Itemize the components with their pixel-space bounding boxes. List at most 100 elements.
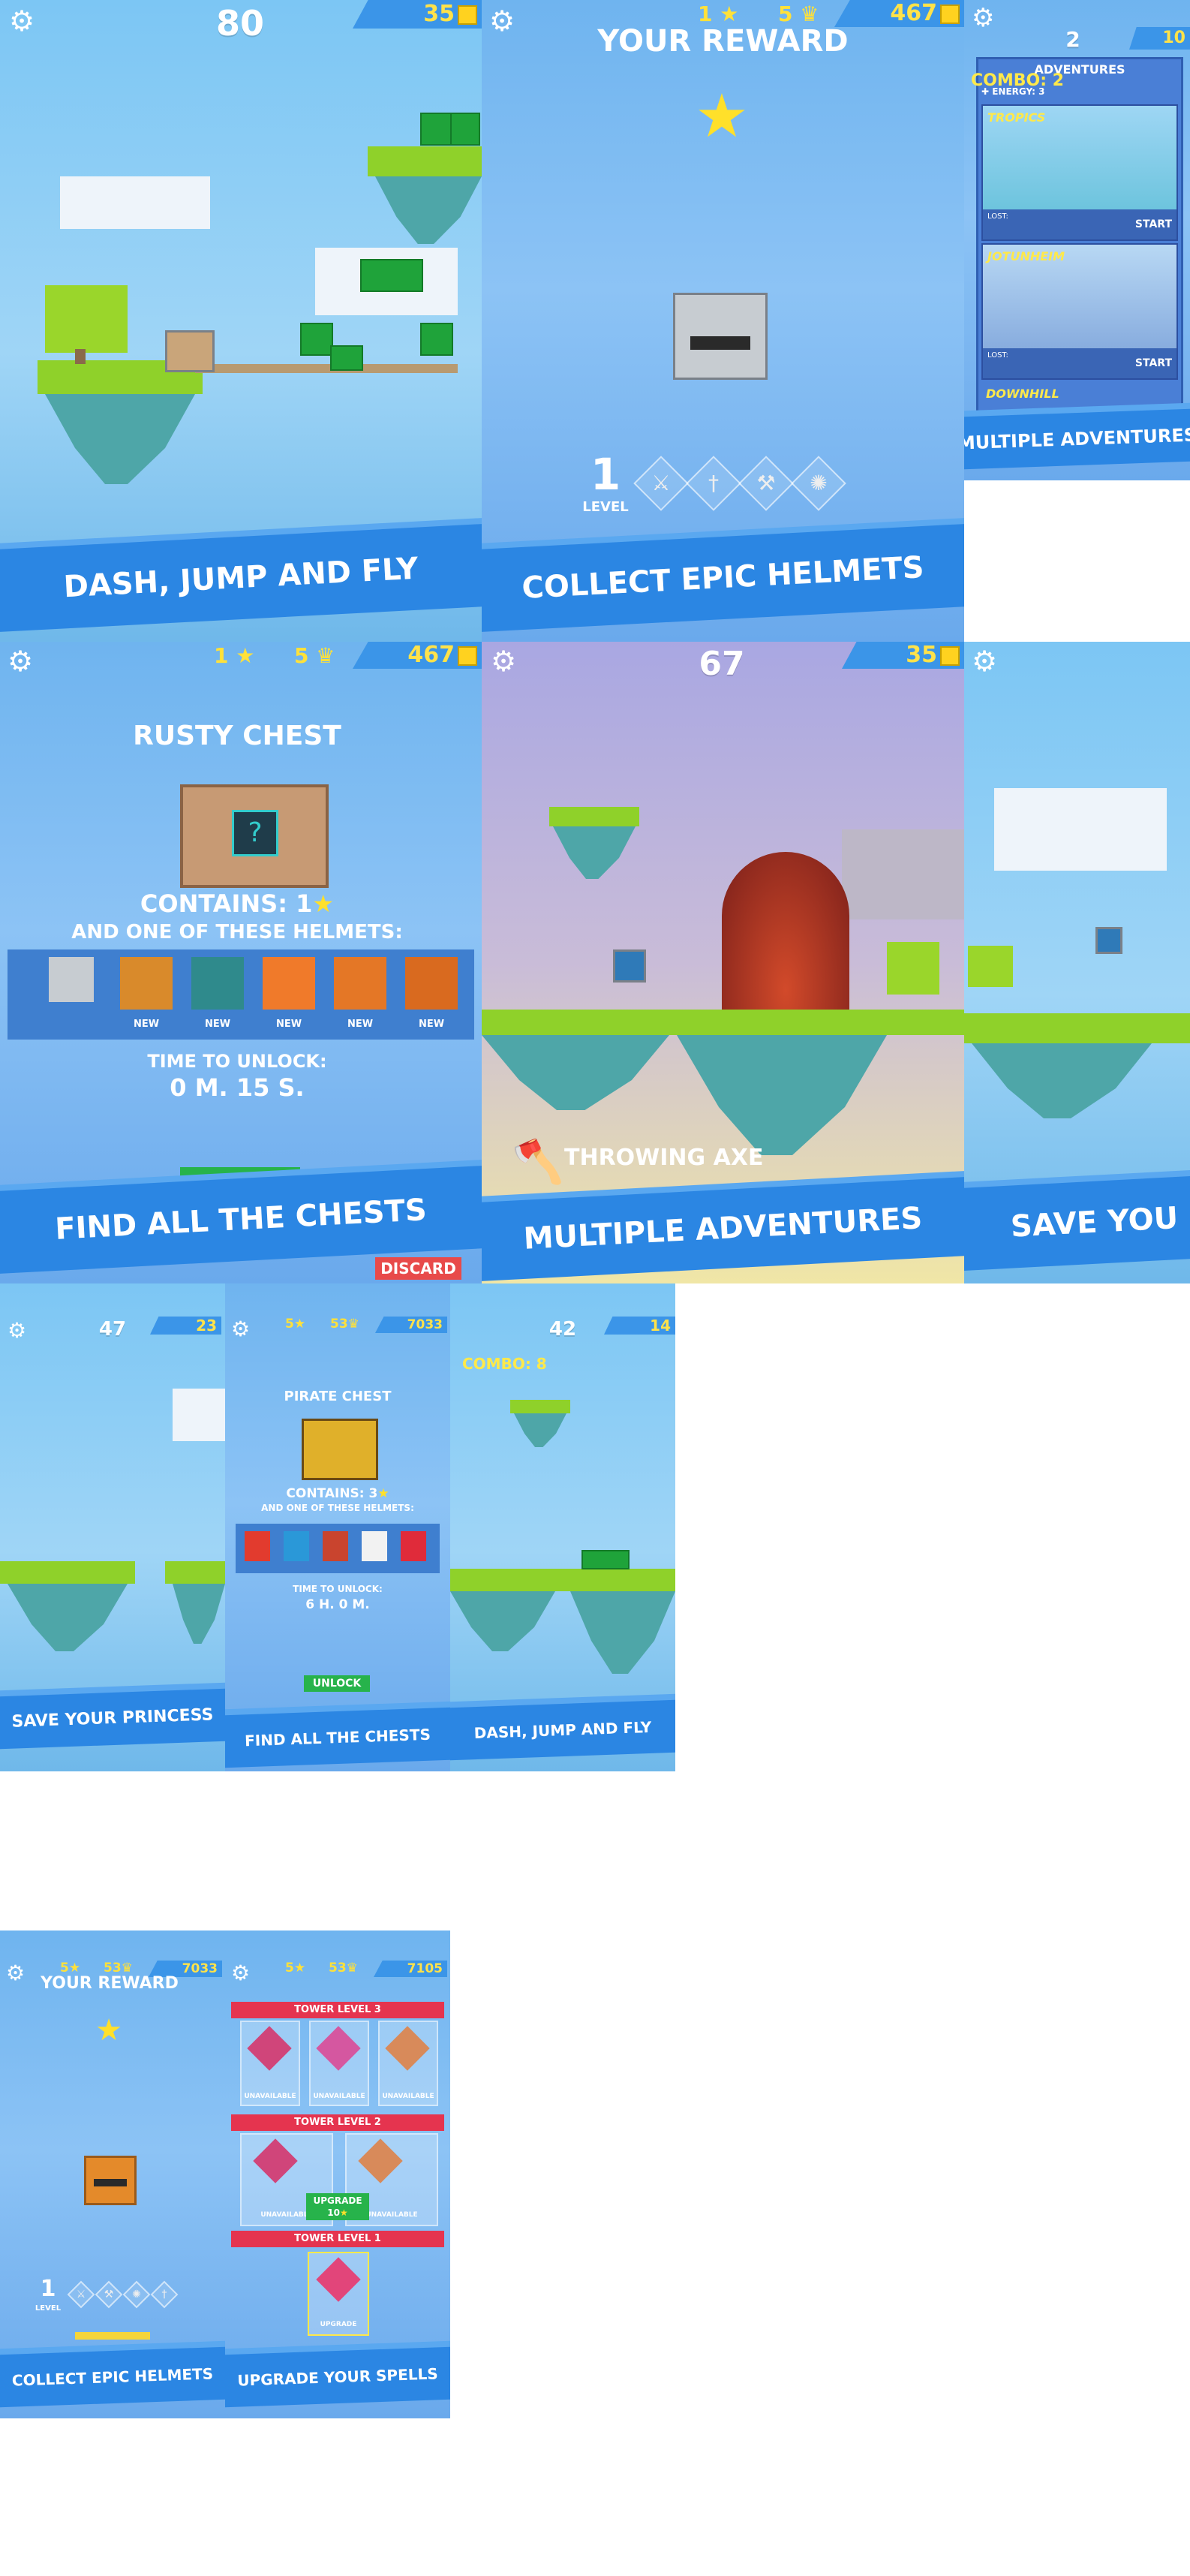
screenshot-save-princess-partial: ⚙ SAVE YOU	[964, 642, 1190, 1283]
star-icon: ★	[236, 643, 255, 668]
enemy-cube	[330, 345, 363, 371]
player-character	[1095, 927, 1122, 954]
crowns-counter: 53♛	[329, 1961, 358, 1976]
helmet-visor	[690, 336, 750, 350]
settings-gear-icon[interactable]: ⚙	[972, 3, 994, 33]
helmet-icon	[362, 1531, 387, 1561]
settings-gear-icon[interactable]: ⚙	[231, 1961, 250, 1985]
coin-icon	[458, 5, 477, 25]
adventures-panel: ADVENTURES COMBO: 2 ✚ ENERGY: 3 TROPICS …	[971, 57, 1183, 414]
floating-island-rock	[482, 1035, 669, 1110]
player-character	[613, 949, 646, 983]
coin-counter: 7105	[374, 1961, 447, 1977]
helmet-icon	[245, 1531, 270, 1561]
lost-row: LOST: START	[983, 209, 1176, 239]
coin-icon	[940, 646, 960, 666]
enemy-cube	[581, 1550, 630, 1569]
helmet-icon	[401, 1531, 426, 1561]
star-icon: ★	[720, 2, 739, 26]
helmet-icon	[120, 957, 173, 1010]
floating-island	[549, 807, 639, 826]
weapon-slot[interactable]: ⚒	[738, 456, 794, 511]
adventure-name: TROPICS	[987, 110, 1046, 125]
start-button[interactable]: START	[1135, 357, 1172, 369]
cloud	[842, 829, 964, 919]
chest-contains: CONTAINS: 1★	[140, 889, 335, 918]
score-counter: 47	[98, 1318, 127, 1341]
adventure-card-tropics[interactable]: TROPICS LOST: START	[981, 104, 1178, 241]
settings-gear-icon[interactable]: ⚙	[972, 645, 997, 678]
stars-counter: 1 ★	[698, 2, 739, 26]
spell-gem-icon	[247, 2026, 292, 2071]
settings-gear-icon[interactable]: ⚙	[491, 645, 516, 678]
cloud	[173, 1389, 225, 1441]
level-label: LEVEL	[582, 499, 629, 515]
weapon-slot[interactable]: ⚔	[67, 2280, 95, 2309]
weapon-slot[interactable]: ⚔	[633, 456, 689, 511]
weapon-slot[interactable]: †	[686, 456, 741, 511]
floating-island-rock	[677, 1035, 887, 1155]
screenshot-rusty-chest: ⚙ 1 ★ 5 ♛ 467 RUSTY CHEST ? CONTAINS: 1★…	[0, 642, 482, 1283]
floating-island-rock	[173, 1584, 225, 1644]
helmet-icon	[284, 1531, 309, 1561]
floating-island	[450, 1569, 675, 1591]
floating-island	[964, 1013, 1190, 1043]
weapon-slot[interactable]: ✺	[122, 2280, 151, 2309]
helmet-icon	[263, 957, 315, 1010]
star-icon: ★	[293, 1961, 306, 1976]
reward-title: YOUR REWARD	[597, 24, 849, 59]
crown-icon: ♛	[121, 1961, 133, 1976]
weapon-slot[interactable]: ✺	[791, 456, 846, 511]
upgrade-button[interactable]: UPGRADE 10★	[306, 2193, 369, 2220]
spell-slot[interactable]: UNAVAILABLE	[378, 2021, 438, 2106]
chest-helmets-line: AND ONE OF THESE HELMETS:	[261, 1503, 414, 1513]
spell-slot[interactable]: UNAVAILABLE	[240, 2021, 300, 2106]
stars-counter: 5★	[285, 1961, 306, 1976]
weapon-slot[interactable]: ⚒	[95, 2280, 123, 2309]
reward-helmet	[673, 293, 768, 380]
combo-label: COMBO: 8	[462, 1355, 547, 1373]
crown-icon: ♛	[800, 2, 819, 26]
adventure-card-jotunheim[interactable]: JOTUNHEIM LOST: START	[981, 243, 1178, 380]
spell-slot[interactable]: UPGRADE	[308, 2252, 369, 2336]
lost-row: LOST: START	[983, 348, 1176, 378]
crown-icon: ♛	[316, 643, 335, 668]
screenshot-collect-helmets: ⚙ 1 ★ 5 ♛ 467 YOUR REWARD ★ 1 LEVEL ⚔ † …	[482, 0, 964, 642]
enemy-cube	[450, 113, 480, 146]
cloud	[994, 788, 1167, 871]
helmet-strip	[236, 1524, 440, 1573]
unlock-label: TIME TO UNLOCK:	[147, 1051, 327, 1072]
screenshot-upgrade-spells: ⚙ 5★ 53♛ 7105 TOWER LEVEL 3 UNAVAILABLE …	[225, 1930, 450, 2418]
spell-slot[interactable]: UNAVAILABLE	[309, 2021, 369, 2106]
floating-island	[510, 1400, 570, 1413]
screenshot-save-your-princess: ⚙ 47 23 SAVE YOUR PRINCESS	[0, 1283, 225, 1771]
star-icon: ★	[377, 1486, 389, 1501]
floating-island-rock	[514, 1413, 566, 1447]
score-counter: 67	[699, 645, 745, 683]
hammer-icon: ⚒	[756, 471, 776, 495]
settings-gear-icon[interactable]: ⚙	[231, 1317, 250, 1341]
settings-gear-icon[interactable]: ⚙	[8, 645, 33, 678]
coin-counter: 467	[353, 642, 482, 669]
unlock-button[interactable]: UNLOCK	[304, 1675, 370, 1692]
start-button[interactable]: START	[1135, 218, 1172, 230]
chest-contains: CONTAINS: 3★	[286, 1486, 389, 1501]
caption-banner: SAVE YOU	[964, 1175, 1190, 1271]
enemy-cube	[300, 323, 333, 356]
weapon-name: THROWING AXE	[564, 1145, 764, 1171]
coin-counter: 467	[834, 0, 964, 27]
crowns-counter: 53♛	[104, 1961, 133, 1976]
weapon-slot[interactable]: †	[150, 2280, 179, 2309]
discard-button[interactable]: DISCARD	[375, 1257, 461, 1280]
settings-gear-icon[interactable]: ⚙	[9, 5, 35, 38]
crowns-counter: 53♛	[330, 1317, 359, 1332]
floating-island-rock	[553, 826, 636, 879]
settings-gear-icon[interactable]: ⚙	[8, 1318, 26, 1343]
floating-island	[165, 1561, 225, 1584]
stars-counter: 5★	[60, 1961, 81, 1976]
coin-icon	[458, 646, 477, 666]
adventure-name-downhill[interactable]: DOWNHILL	[986, 387, 1059, 401]
pirate-chest-image	[302, 1419, 378, 1480]
unlock-time: 0 M. 15 S.	[170, 1073, 305, 1102]
coin-counter: 10	[1129, 27, 1190, 50]
